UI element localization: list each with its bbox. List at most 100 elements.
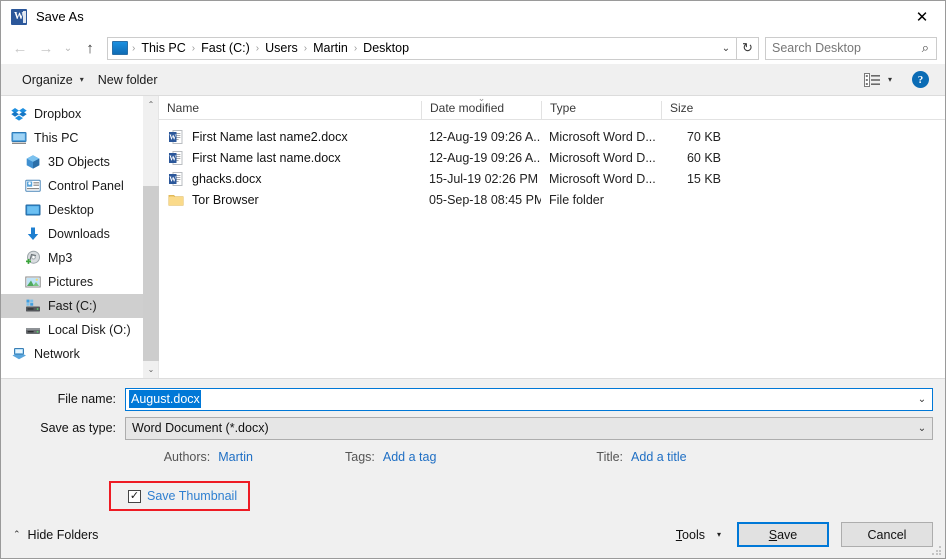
file-name-label: First Name last name.docx: [192, 151, 341, 165]
desktop-icon: [25, 202, 41, 218]
svg-text:W: W: [169, 175, 176, 183]
new-folder-label: New folder: [98, 73, 158, 87]
recent-locations-icon[interactable]: ⌄: [59, 36, 77, 60]
column-label: Size: [670, 101, 693, 115]
breadcrumb-desktop[interactable]: Desktop: [358, 41, 414, 55]
file-name-cell: W ghacks.docx: [159, 171, 421, 187]
tools-label: Tools: [676, 528, 705, 542]
sidebar-item-network[interactable]: Network: [1, 342, 143, 366]
sidebar-item-mp3[interactable]: Mp3: [1, 246, 143, 270]
filename-value: August.docx: [129, 390, 201, 408]
view-list-icon: [864, 73, 881, 87]
chevron-down-icon[interactable]: ⌄: [912, 423, 932, 434]
column-label: Type: [550, 101, 576, 115]
sidebar-item-label: This PC: [34, 131, 78, 145]
column-label: Name: [167, 101, 199, 115]
file-type-cell: Microsoft Word D...: [541, 172, 661, 186]
table-row[interactable]: W First Name last name.docx 12-Aug-19 09…: [159, 147, 945, 168]
sidebar-item-label: Control Panel: [48, 179, 124, 193]
word-app-icon: W: [11, 9, 27, 25]
breadcrumb-this-pc[interactable]: This PC: [136, 41, 190, 55]
file-name-label: First Name last name2.docx: [192, 130, 348, 144]
sidebar-item-pictures[interactable]: Pictures: [1, 270, 143, 294]
tags-group: Tags: Add a tag: [345, 450, 436, 464]
sidebar-scrollbar[interactable]: ⌃ ⌄: [143, 96, 159, 378]
file-size-cell: 70 KB: [661, 130, 743, 144]
table-row[interactable]: Tor Browser 05-Sep-18 08:45 PM File fold…: [159, 189, 945, 210]
file-date-cell: 05-Sep-18 08:45 PM: [421, 193, 541, 207]
breadcrumb-martin[interactable]: Martin: [308, 41, 353, 55]
search-icon: ⌕: [922, 40, 936, 56]
resize-grip[interactable]: [932, 546, 942, 556]
file-size-cell: 15 KB: [661, 172, 743, 186]
authors-group: Authors: Martin: [1, 450, 253, 464]
hide-folders-button[interactable]: ⌃ Hide Folders: [13, 528, 98, 542]
address-bar[interactable]: › This PC › Fast (C:) › Users › Martin ›…: [107, 37, 737, 60]
table-row[interactable]: W First Name last name2.docx 12-Aug-19 0…: [159, 126, 945, 147]
column-header-date-modified[interactable]: ⌄ Date modified: [421, 101, 541, 119]
savetype-label: Save as type:: [1, 421, 125, 435]
file-name-label: Tor Browser: [192, 193, 259, 207]
close-icon[interactable]: ✕: [899, 1, 945, 32]
sidebar-item-label: Local Disk (O:): [48, 323, 131, 337]
column-header-type[interactable]: Type: [541, 101, 661, 119]
sort-indicator-icon: ⌄: [478, 93, 486, 104]
cancel-button[interactable]: Cancel: [841, 522, 933, 547]
forward-icon[interactable]: →: [33, 36, 59, 60]
address-dropdown-icon[interactable]: ⌄: [716, 38, 736, 59]
save-button[interactable]: Save: [737, 522, 829, 547]
refresh-icon[interactable]: ↻: [737, 37, 759, 60]
chevron-up-icon: ⌃: [13, 529, 21, 540]
up-one-level-icon[interactable]: ↑: [77, 36, 103, 60]
chevron-down-icon: ▾: [717, 530, 721, 539]
word-doc-icon: W: [168, 171, 184, 187]
column-header-size[interactable]: Size: [661, 101, 743, 119]
scrollbar-thumb[interactable]: [143, 186, 159, 361]
authors-value[interactable]: Martin: [218, 450, 253, 464]
save-thumbnail-label[interactable]: Save Thumbnail: [147, 489, 237, 503]
column-label: Date modified: [430, 101, 504, 115]
sidebar-item-fast-c[interactable]: Fast (C:): [1, 294, 143, 318]
sidebar-item-this-pc[interactable]: This PC: [1, 126, 143, 150]
search-placeholder: Search Desktop: [766, 41, 922, 55]
folder-icon: [168, 192, 184, 208]
title-group: Title: Add a title: [596, 450, 686, 464]
scroll-up-icon[interactable]: ⌃: [143, 96, 159, 113]
breadcrumb-fast-c[interactable]: Fast (C:): [196, 41, 255, 55]
command-bar: Organize ▾ New folder ▾ ?: [1, 64, 945, 96]
breadcrumb-users[interactable]: Users: [260, 41, 303, 55]
sidebar-item-label: Network: [34, 347, 80, 361]
scroll-down-icon[interactable]: ⌄: [143, 361, 159, 378]
column-header-name[interactable]: Name: [159, 101, 421, 119]
hide-folders-label: Hide Folders: [28, 528, 99, 542]
sidebar-item-control-panel[interactable]: Control Panel: [1, 174, 143, 198]
help-icon[interactable]: ?: [912, 71, 929, 88]
add-a-title-link[interactable]: Add a title: [631, 450, 687, 464]
title-label: Title:: [596, 450, 623, 464]
chevron-down-icon[interactable]: ⌄: [912, 394, 932, 405]
save-thumbnail-checkbox[interactable]: ✓: [128, 490, 141, 503]
savetype-select[interactable]: Word Document (*.docx) ⌄: [125, 417, 933, 440]
table-row[interactable]: W ghacks.docx 15-Jul-19 02:26 PM Microso…: [159, 168, 945, 189]
sidebar-item-3d-objects[interactable]: 3D Objects: [1, 150, 143, 174]
window-title: Save As: [36, 9, 84, 24]
metadata-row: Authors: Martin Tags: Add a tag Title: A…: [1, 445, 945, 469]
sidebar-item-dropbox[interactable]: Dropbox: [1, 102, 143, 126]
organize-button[interactable]: Organize ▾: [15, 69, 91, 91]
change-view-button[interactable]: ▾: [864, 73, 896, 87]
sidebar-item-desktop[interactable]: Desktop: [1, 198, 143, 222]
sidebar-item-downloads[interactable]: Downloads: [1, 222, 143, 246]
file-type-cell: File folder: [541, 193, 661, 207]
add-a-tag-link[interactable]: Add a tag: [383, 450, 437, 464]
chevron-down-icon: ▾: [80, 75, 84, 84]
dropbox-icon: [11, 106, 27, 122]
new-folder-button[interactable]: New folder: [91, 69, 165, 91]
filename-label: File name:: [1, 392, 125, 406]
back-icon[interactable]: ←: [7, 36, 33, 60]
filename-input[interactable]: August.docx ⌄: [125, 388, 933, 411]
3d-objects-icon: [25, 154, 41, 170]
search-input[interactable]: Search Desktop ⌕: [765, 37, 937, 60]
file-date-cell: 12-Aug-19 09:26 A...: [421, 130, 541, 144]
sidebar-item-local-disk-o[interactable]: Local Disk (O:): [1, 318, 143, 342]
tools-button[interactable]: Tools ▾: [676, 528, 721, 542]
